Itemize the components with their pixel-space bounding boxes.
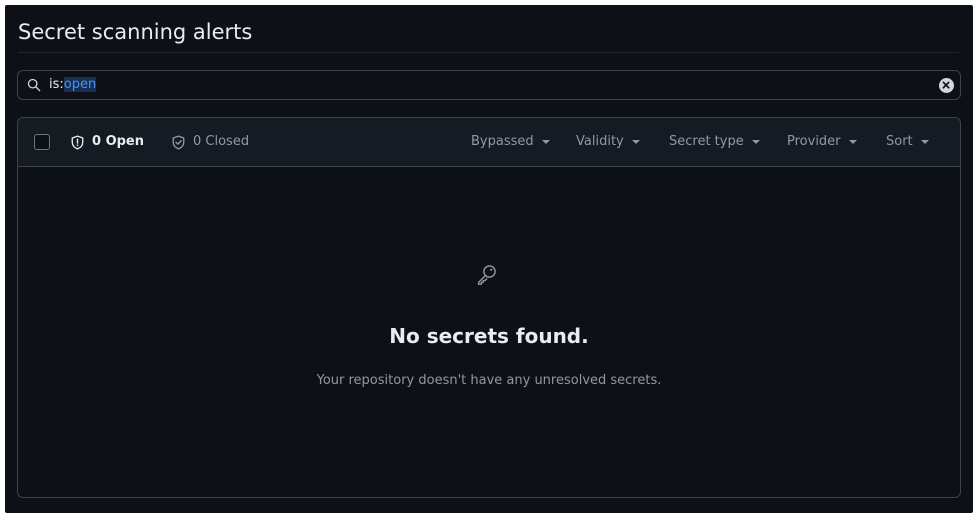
search-input[interactable]: is:open — [17, 70, 961, 100]
empty-state: No secrets found. Your repository doesn'… — [18, 166, 960, 497]
alerts-list-header: 0 Open 0 Closed Bypassed Validity Secret… — [18, 118, 960, 167]
chevron-down-icon — [920, 140, 929, 144]
search-icon — [27, 78, 41, 92]
tab-open-label: 0 Open — [92, 134, 144, 149]
filter-bypassed-label: Bypassed — [471, 134, 534, 149]
alerts-panel: 0 Open 0 Closed Bypassed Validity Secret… — [17, 117, 961, 498]
filter-validity-label: Validity — [576, 134, 624, 149]
chevron-down-icon — [848, 140, 857, 144]
empty-state-heading: No secrets found. — [389, 324, 589, 348]
shield-icon — [71, 134, 84, 150]
chevron-down-icon — [751, 140, 760, 144]
filter-bypassed-dropdown[interactable]: Bypassed — [471, 133, 550, 151]
sort-label: Sort — [886, 134, 913, 149]
key-icon — [477, 265, 496, 285]
empty-state-description: Your repository doesn't have any unresol… — [316, 373, 662, 388]
clear-search-button[interactable] — [939, 78, 954, 93]
query-value: open — [63, 77, 97, 92]
title-divider — [18, 52, 959, 53]
filter-validity-dropdown[interactable]: Validity — [576, 133, 640, 151]
chevron-down-icon — [631, 140, 640, 144]
select-all-checkbox[interactable] — [34, 134, 50, 150]
page-title: Secret scanning alerts — [18, 20, 253, 44]
tab-open[interactable]: 0 Open — [70, 133, 144, 151]
filter-secret-type-label: Secret type — [669, 134, 744, 149]
tab-closed[interactable]: 0 Closed — [171, 133, 249, 151]
close-icon — [942, 81, 950, 89]
filter-secret-type-dropdown[interactable]: Secret type — [669, 133, 760, 151]
chevron-down-icon — [541, 140, 550, 144]
sort-dropdown[interactable]: Sort — [886, 133, 929, 151]
shield-check-icon — [172, 134, 185, 150]
filter-provider-dropdown[interactable]: Provider — [787, 133, 857, 151]
secret-scanning-page: Secret scanning alerts is:open 0 Open 0 … — [5, 5, 973, 513]
search-query[interactable]: is:open — [49, 77, 97, 93]
tab-closed-label: 0 Closed — [193, 134, 250, 149]
filter-provider-label: Provider — [787, 134, 841, 149]
query-qualifier: is: — [49, 77, 64, 92]
